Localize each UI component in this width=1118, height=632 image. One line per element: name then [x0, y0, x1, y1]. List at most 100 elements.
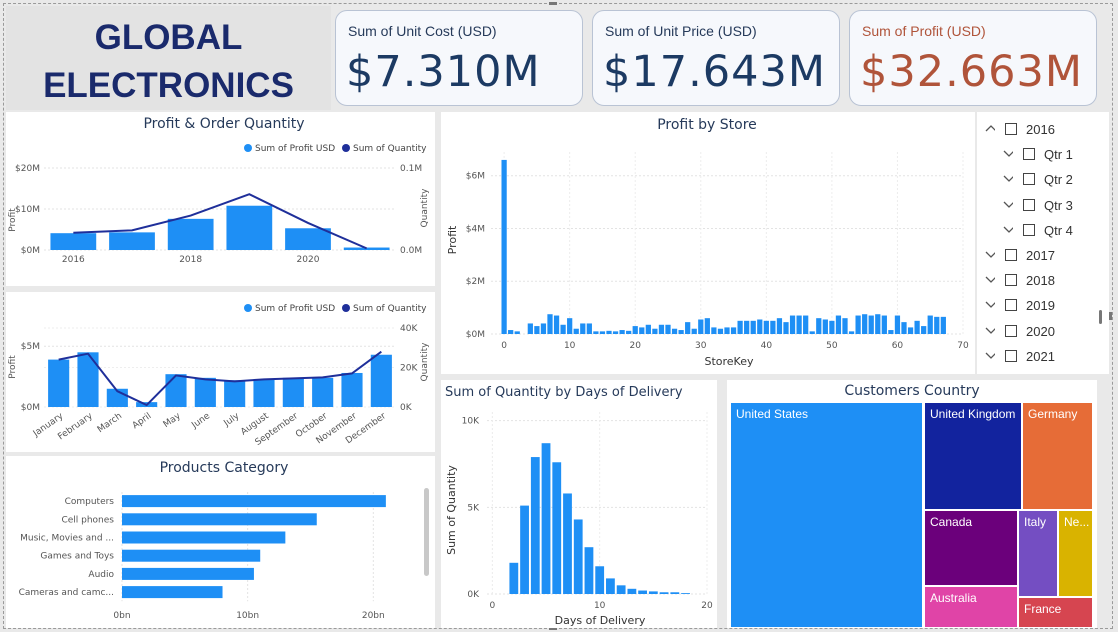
store-bar-30[interactable]: [698, 319, 704, 334]
store-bar-64[interactable]: [921, 326, 927, 334]
treemap-cell-france[interactable]: France: [1018, 597, 1093, 628]
resize-handle-right[interactable]: [1109, 312, 1112, 320]
bar-November[interactable]: [341, 372, 363, 407]
store-bar-62[interactable]: [907, 327, 914, 334]
store-bar-37[interactable]: [744, 320, 750, 334]
bar-Music, Movies and ...[interactable]: [122, 531, 286, 544]
bar-February[interactable]: [77, 352, 99, 407]
slicer-checkbox[interactable]: [1005, 274, 1017, 287]
store-bar-52[interactable]: [842, 318, 848, 334]
kpi-unit-cost-card[interactable]: Sum of Unit Cost (USD) $7.310M: [335, 10, 583, 106]
chevron-down-icon[interactable]: [1003, 148, 1013, 158]
bar-October[interactable]: [312, 377, 334, 407]
store-bar-27[interactable]: [678, 330, 684, 334]
store-bar-46[interactable]: [803, 315, 809, 334]
store-bar-23[interactable]: [652, 328, 658, 334]
slicer-item-qtr-2[interactable]: Qtr 2: [1003, 170, 1113, 192]
treemap-cell-australia[interactable]: Australia: [924, 586, 1018, 628]
delivery-bar-16[interactable]: [659, 592, 669, 594]
store-bar-39[interactable]: [757, 319, 763, 334]
store-bar-34[interactable]: [724, 327, 730, 334]
store-bar-12[interactable]: [580, 323, 586, 334]
bar-Games and Toys[interactable]: [122, 549, 261, 562]
kpi-profit-card[interactable]: Sum of Profit (USD) $32.663M: [849, 10, 1097, 106]
treemap-cell-united-kingdom[interactable]: United Kingdom: [924, 402, 1022, 510]
slicer-item-qtr-4[interactable]: Qtr 4: [1003, 221, 1113, 243]
store-bar-2[interactable]: [514, 331, 520, 334]
bar-August[interactable]: [253, 379, 275, 407]
bar-2019[interactable]: [226, 205, 273, 250]
delivery-bar-3[interactable]: [520, 505, 529, 594]
bar-May[interactable]: [165, 374, 187, 407]
store-bar-66[interactable]: [934, 316, 940, 334]
slicer-item-qtr-3[interactable]: Qtr 3: [1003, 196, 1113, 218]
chevron-down-icon[interactable]: [1003, 224, 1013, 234]
bar-September[interactable]: [282, 377, 304, 407]
store-bar-6[interactable]: [540, 323, 547, 334]
store-bar-33[interactable]: [717, 328, 724, 334]
store-bar-49[interactable]: [822, 319, 828, 334]
delivery-bar-18[interactable]: [681, 593, 690, 594]
store-bar-57[interactable]: [875, 314, 881, 334]
chevron-down-icon[interactable]: [1003, 199, 1013, 209]
slicer-item-qtr-1[interactable]: Qtr 1: [1003, 145, 1113, 167]
slicer-item-2020[interactable]: 2020: [985, 322, 1095, 344]
store-bar-65[interactable]: [927, 315, 933, 334]
store-bar-15[interactable]: [599, 331, 606, 334]
store-bar-29[interactable]: [691, 328, 697, 334]
store-bar-48[interactable]: [816, 318, 822, 334]
store-bar-55[interactable]: [862, 314, 868, 334]
slicer-checkbox[interactable]: [1005, 299, 1017, 312]
category-scrollbar[interactable]: [424, 488, 429, 576]
bar-2017[interactable]: [109, 232, 155, 250]
store-bar-56[interactable]: [868, 315, 874, 334]
slicer-item-2018[interactable]: 2018: [985, 271, 1095, 293]
store-bar-14[interactable]: [593, 331, 599, 334]
bar-Computers[interactable]: [122, 495, 386, 508]
slicer-checkbox[interactable]: [1023, 148, 1035, 161]
store-bar-13[interactable]: [586, 323, 592, 334]
store-bar-4[interactable]: [527, 323, 533, 334]
profit-by-store-visual[interactable]: Profit by Store Profit StoreKey $0M $2M $4…: [441, 112, 975, 374]
resize-handle-top[interactable]: [549, 2, 557, 5]
store-bar-1[interactable]: [508, 330, 514, 334]
monthly-profit-quantity-visual[interactable]: Sum of Profit USD Sum of Quantity Profit…: [6, 292, 435, 452]
store-bar-20[interactable]: [632, 326, 638, 334]
store-bar-16[interactable]: [606, 330, 612, 334]
store-bar-50[interactable]: [829, 320, 835, 334]
products-category-visual[interactable]: Products Category 0bn 10bn 20bn Computers Ce…: [6, 456, 435, 628]
store-bar-58[interactable]: [881, 315, 887, 334]
store-bar-47[interactable]: [809, 331, 815, 334]
customers-country-visual[interactable]: Customers Country United States United Ki…: [727, 380, 1097, 628]
treemap-cell-canada[interactable]: Canada: [924, 510, 1018, 586]
chart-legend[interactable]: Sum of Profit USD Sum of Quantity: [244, 144, 427, 154]
slicer-item-2021[interactable]: 2021: [985, 347, 1095, 369]
profit-order-quantity-visual[interactable]: Profit & Order Quantity Sum of Profit US…: [6, 112, 435, 286]
quantity-by-delivery-days-visual[interactable]: Sum of Quantity by Days of Delivery Sum …: [441, 380, 717, 628]
chevron-down-icon[interactable]: [985, 299, 995, 309]
store-bar-63[interactable]: [914, 320, 920, 334]
chevron-down-icon[interactable]: [985, 325, 995, 335]
store-bar-35[interactable]: [730, 327, 737, 334]
store-bar-7[interactable]: [547, 314, 553, 334]
bar-2018[interactable]: [167, 218, 214, 250]
bar-Cell phones[interactable]: [122, 513, 317, 526]
bar-January[interactable]: [48, 359, 70, 407]
slicer-item-2016[interactable]: 2016: [985, 120, 1095, 142]
chevron-up-icon[interactable]: [985, 123, 995, 133]
store-bar-25[interactable]: [665, 324, 671, 334]
store-bar-9[interactable]: [560, 324, 566, 334]
store-bar-5[interactable]: [534, 326, 540, 334]
delivery-bar-8[interactable]: [573, 519, 583, 594]
chevron-down-icon[interactable]: [985, 249, 995, 259]
bar-July[interactable]: [224, 380, 246, 407]
delivery-bar-9[interactable]: [584, 547, 594, 594]
slicer-checkbox[interactable]: [1023, 223, 1035, 236]
store-bar-19[interactable]: [626, 330, 632, 334]
delivery-bar-4[interactable]: [530, 457, 540, 594]
treemap-cell-germany[interactable]: Germany: [1022, 402, 1093, 510]
store-bar-59[interactable]: [888, 330, 894, 334]
slicer-scrollbar[interactable]: [1099, 310, 1102, 324]
store-bar-10[interactable]: [567, 318, 573, 334]
store-bar-21[interactable]: [639, 327, 645, 334]
